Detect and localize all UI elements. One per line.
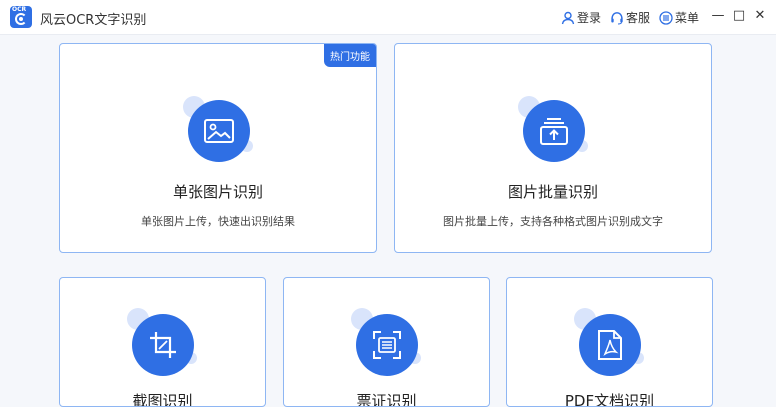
service-label: 客服 [626, 11, 651, 25]
app-logo-icon: OCR [10, 6, 32, 28]
menu-button[interactable]: 菜单 [659, 9, 699, 26]
user-icon [561, 11, 575, 24]
card-pdf-recognition[interactable]: PDF文档识别 [506, 277, 713, 407]
minimize-button[interactable]: — [711, 8, 725, 23]
menu-label: 菜单 [675, 11, 700, 25]
customer-service-button[interactable]: 客服 [610, 9, 650, 26]
headset-icon [611, 11, 623, 25]
card-title: PDF文档识别 [564, 392, 655, 407]
title-bar: OCR 风云OCR文字识别 登录 客服 菜单 — □ ✕ [0, 0, 776, 35]
card-title: 单张图片识别 [172, 183, 263, 201]
crop-icon [132, 314, 194, 376]
card-screenshot-recognition[interactable]: 截图识别 [59, 277, 266, 407]
card-batch-images[interactable]: 图片批量识别 图片批量上传，支持各种格式图片识别成文字 [394, 43, 712, 253]
card-ticket-recognition[interactable]: 票证识别 [283, 277, 490, 407]
card-description: 单张图片上传，快速出识别结果 [141, 215, 295, 228]
card-title: 图片批量识别 [507, 183, 598, 201]
login-button[interactable]: 登录 [561, 9, 601, 26]
login-label: 登录 [577, 11, 602, 25]
upload-stack-icon [523, 100, 585, 162]
pdf-icon [579, 314, 641, 376]
scan-document-icon [356, 314, 418, 376]
image-icon [188, 100, 250, 162]
card-title: 票证识别 [356, 392, 417, 407]
close-button[interactable]: ✕ [753, 8, 767, 23]
app-title: 风云OCR文字识别 [40, 13, 147, 28]
card-description: 图片批量上传，支持各种格式图片识别成文字 [443, 215, 663, 228]
maximize-button[interactable]: □ [732, 8, 746, 23]
menu-icon [659, 10, 673, 25]
card-single-image[interactable]: 热门功能 单张图片识别 单张图片上传，快速出识别结果 [59, 43, 377, 253]
card-title: 截图识别 [132, 392, 193, 407]
hot-feature-badge: 热门功能 [324, 44, 376, 67]
